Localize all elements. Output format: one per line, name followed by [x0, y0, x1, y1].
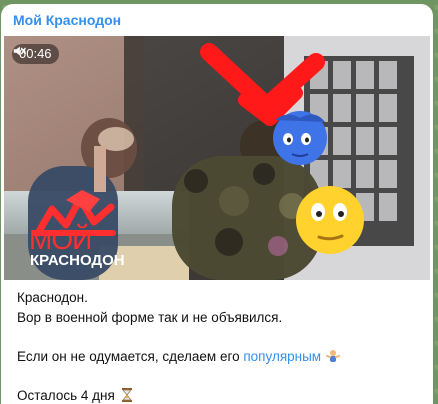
message-bubble: Мой Краснодон 00:46 МОЙ КРАСНОДОН Красно… [1, 4, 433, 404]
message-text: Краснодон. Вор в военной форме так и не … [17, 288, 417, 404]
watermark-bottom-text: КРАСНОДОН [30, 252, 125, 269]
mute-icon[interactable] [12, 44, 26, 58]
paragraph-gap-2 [17, 367, 417, 386]
channel-watermark-logo: МОЙ КРАСНОДОН [18, 181, 138, 269]
message-line-1: Краснодон. [17, 290, 88, 305]
person-shrugging-icon [325, 350, 340, 362]
countdown-text: Осталось 4 дня [17, 388, 115, 403]
message-line-2: Вор в военной форме так и не объявился. [17, 310, 283, 325]
popular-link[interactable]: популярным [243, 349, 321, 364]
message-line-3-start: Если он не одумается, сделаем его [17, 349, 240, 364]
channel-name-link[interactable]: Мой Краснодон [13, 12, 121, 28]
message-line-4: Осталось 4 дня [17, 386, 417, 404]
video-duration-badge: 00:46 [12, 44, 59, 64]
message-line-3: Если он не одумается, сделаем его популя… [17, 347, 417, 367]
telegram-channel-page: Мой Краснодон 00:46 МОЙ КРАСНОДОН Красно… [0, 0, 438, 404]
video-player[interactable]: 00:46 МОЙ КРАСНОДОН [4, 36, 430, 280]
hourglass-icon [121, 388, 132, 402]
